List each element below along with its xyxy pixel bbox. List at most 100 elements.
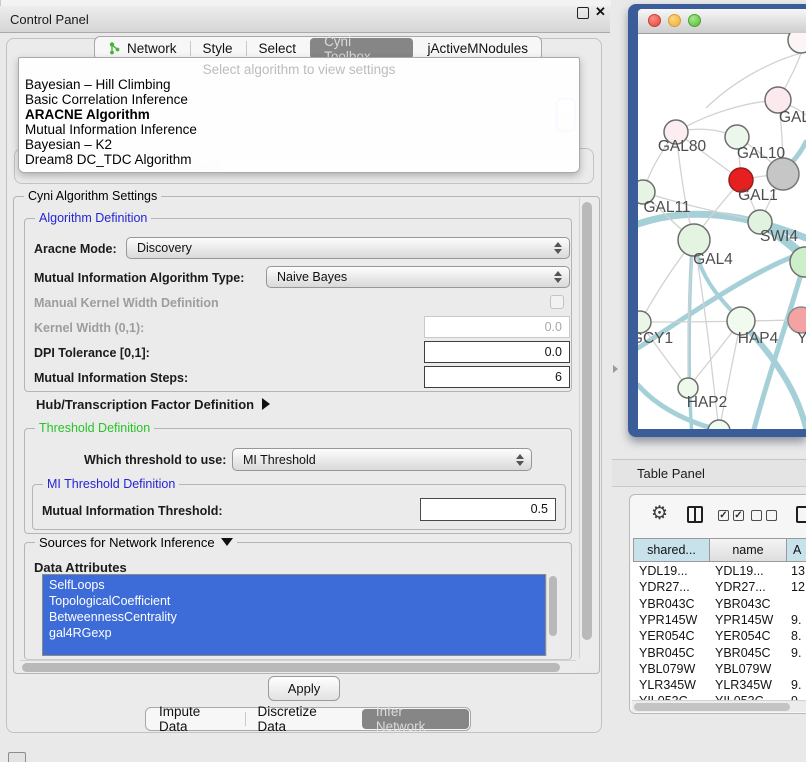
- mi-threshold-field[interactable]: 0.5: [420, 498, 556, 521]
- manual-kernel-checkbox[interactable]: [550, 295, 564, 309]
- float-panel-icon[interactable]: [577, 7, 589, 19]
- node-gray[interactable]: [767, 158, 799, 190]
- algorithm-option[interactable]: Basic Correlation Inference: [25, 92, 188, 107]
- node-label: GAL4: [693, 251, 733, 268]
- table-cell[interactable]: 12: [791, 580, 805, 594]
- attribute-item-selected[interactable]: gal4RGexp: [49, 626, 112, 640]
- deselect-all-columns-icon[interactable]: [751, 510, 777, 521]
- attribute-item-selected[interactable]: SelfLoops: [49, 578, 105, 592]
- table-cell[interactable]: YBR043C: [715, 597, 771, 611]
- table-cell[interactable]: 9.: [791, 613, 801, 627]
- tab-impute-data-label: Impute Data: [159, 704, 232, 734]
- attribute-list-scrollbar[interactable]: [546, 574, 559, 656]
- tab-infer-network[interactable]: Infer Network: [362, 709, 469, 729]
- node-label: HAP2: [687, 394, 728, 411]
- tab-discretize-data[interactable]: Discretize Data: [245, 708, 361, 730]
- table-cell[interactable]: YBR045C: [639, 646, 695, 660]
- node-label: GAL11: [643, 199, 690, 216]
- settings-horizontal-scrollbar[interactable]: [20, 660, 576, 673]
- scrollbar-thumb[interactable]: [582, 202, 592, 640]
- table-cell[interactable]: YLR345W: [639, 678, 696, 692]
- kernel-width-label: Kernel Width (0,1):: [34, 321, 144, 335]
- kernel-width-field[interactable]: 0.0: [424, 316, 570, 338]
- hub-definition-label: Hub/Transcription Factor Definition: [36, 397, 254, 412]
- pane-splitter-arrow-icon[interactable]: [613, 365, 618, 373]
- algorithm-option[interactable]: Bayesian – K2: [25, 137, 112, 152]
- node[interactable]: [708, 420, 730, 429]
- network-view-window[interactable]: GAL GAL80 GAL10 GAL1 GAL11 SWI4 GAL4 HAP…: [628, 4, 806, 437]
- table-cell[interactable]: YBL079W: [639, 662, 695, 676]
- table-cell[interactable]: YDR27...: [715, 580, 766, 594]
- tab-impute-data[interactable]: Impute Data: [146, 708, 245, 730]
- node[interactable]: [788, 33, 806, 53]
- network-window-titlebar[interactable]: [638, 9, 806, 34]
- collapsed-arrow-icon: [262, 398, 270, 410]
- close-icon[interactable]: ✕: [595, 4, 606, 20]
- algorithm-option[interactable]: Dream8 DC_TDC Algorithm: [25, 152, 192, 167]
- tab-cyni-toolbox[interactable]: Cyni Toolbox: [310, 38, 413, 59]
- table-cell[interactable]: YER054C: [715, 629, 771, 643]
- table-cell[interactable]: 9.: [791, 646, 801, 660]
- scrollbar-thumb[interactable]: [549, 576, 557, 636]
- manual-kernel-label: Manual Kernel Width Definition: [34, 296, 219, 310]
- algorithm-option-highlighted[interactable]: ARACNE Algorithm: [25, 107, 150, 122]
- algorithm-dropdown-placeholder: Select algorithm to view settings: [19, 62, 579, 77]
- settings-vertical-scrollbar[interactable]: [579, 198, 593, 658]
- apply-button[interactable]: Apply: [268, 676, 340, 701]
- attribute-item-selected[interactable]: BetweennessCentrality: [49, 610, 177, 624]
- table-cell[interactable]: YDL19...: [715, 564, 764, 578]
- which-threshold-select[interactable]: MI Threshold: [232, 448, 532, 471]
- minimize-traffic-light-icon[interactable]: [668, 14, 681, 27]
- mi-type-select[interactable]: Naive Bayes: [266, 266, 570, 288]
- attribute-item-selected[interactable]: TopologicalCoefficient: [49, 594, 170, 608]
- tab-style-label: Style: [203, 41, 233, 56]
- expanded-arrow-icon: [221, 538, 233, 546]
- node-label: Y: [797, 330, 806, 347]
- hub-definition-toggle[interactable]: Hub/Transcription Factor Definition: [36, 397, 270, 412]
- table-panel-title: Table Panel: [637, 466, 705, 481]
- network-view-inner: GAL GAL80 GAL10 GAL1 GAL11 SWI4 GAL4 HAP…: [638, 9, 806, 429]
- dpi-tolerance-label: DPI Tolerance [0,1]:: [34, 346, 150, 360]
- table-cell[interactable]: YBR043C: [639, 597, 695, 611]
- table-cell[interactable]: YBL079W: [715, 662, 771, 676]
- which-threshold-value: MI Threshold: [243, 453, 316, 467]
- dock-panel-icon[interactable]: [8, 752, 26, 762]
- table-cell[interactable]: YER054C: [639, 629, 695, 643]
- table-horizontal-scrollbar[interactable]: [632, 700, 806, 712]
- settings-group-title: Cyni Algorithm Settings: [24, 189, 161, 203]
- checked-box-icon: ✓: [718, 510, 729, 521]
- gear-icon[interactable]: ⚙: [651, 504, 668, 523]
- control-panel-title: Control Panel: [10, 12, 89, 27]
- column-header-clipped[interactable]: A: [786, 538, 806, 562]
- table-function-icon[interactable]: [796, 506, 806, 523]
- data-attributes-label: Data Attributes: [34, 560, 127, 575]
- table-cell[interactable]: YDR27...: [639, 580, 690, 594]
- column-header-shared-name[interactable]: shared...: [633, 538, 710, 562]
- select-all-columns-icon[interactable]: ✓ ✓: [718, 510, 744, 521]
- mi-steps-field[interactable]: 6: [424, 366, 570, 388]
- dpi-tolerance-field[interactable]: 0.0: [424, 341, 570, 363]
- table-cell[interactable]: YDL19...: [639, 564, 688, 578]
- zoom-traffic-light-icon[interactable]: [688, 14, 701, 27]
- algorithm-option[interactable]: Bayesian – Hill Climbing: [25, 77, 171, 92]
- table-cell[interactable]: YBR045C: [715, 646, 771, 660]
- table-cell[interactable]: YLR345W: [715, 678, 772, 692]
- table-body[interactable]: YDL19... YDL19... 13 YDR27... YDR27... 1…: [631, 562, 806, 700]
- close-traffic-light-icon[interactable]: [648, 14, 661, 27]
- tab-jactivemnodules-label: jActiveMNodules: [427, 41, 528, 56]
- scrollbar-thumb[interactable]: [22, 663, 560, 672]
- table-cell[interactable]: 13: [791, 564, 805, 578]
- table-cell[interactable]: YPR145W: [715, 613, 773, 627]
- table-cell[interactable]: YPR145W: [639, 613, 697, 627]
- data-attributes-list[interactable]: SelfLoops TopologicalCoefficient Between…: [42, 574, 546, 656]
- sources-group-title[interactable]: Sources for Network Inference: [35, 535, 237, 550]
- algorithm-option[interactable]: Mutual Information Inference: [25, 122, 197, 137]
- node-label: SWI4: [760, 228, 798, 245]
- column-header-name[interactable]: name: [709, 538, 787, 562]
- table-cell[interactable]: 8.: [791, 629, 801, 643]
- split-pane-icon[interactable]: [687, 506, 703, 523]
- aracne-mode-select[interactable]: Discovery: [126, 237, 570, 259]
- network-canvas[interactable]: GAL GAL80 GAL10 GAL1 GAL11 SWI4 GAL4 HAP…: [638, 33, 806, 429]
- scrollbar-thumb[interactable]: [634, 703, 790, 711]
- table-cell[interactable]: 9.: [791, 678, 801, 692]
